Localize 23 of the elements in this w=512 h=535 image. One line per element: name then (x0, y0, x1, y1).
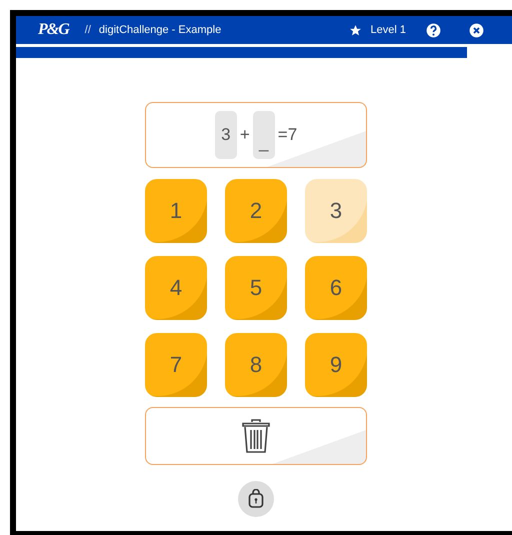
digit-slot: _ (252, 111, 275, 159)
trash-icon (241, 418, 271, 454)
equation-text: =7 (278, 125, 298, 145)
level-label: Level 1 (370, 24, 406, 36)
breadcrumb-separator: // (84, 24, 91, 36)
star-icon (348, 24, 362, 36)
help-icon[interactable] (426, 22, 441, 38)
equation-text: + (240, 125, 250, 145)
logo: P&G (38, 21, 69, 39)
digit-key[interactable]: 7 (145, 333, 207, 397)
lock-icon (248, 489, 264, 509)
digit-key[interactable]: 5 (225, 256, 287, 320)
digit-key[interactable]: 4 (145, 256, 207, 320)
digit-key[interactable]: 1 (145, 179, 207, 243)
app-title: digitChallenge - Example (98, 24, 222, 36)
digit-key[interactable]: 2 (225, 179, 287, 243)
close-icon[interactable] (469, 22, 484, 38)
digit-key[interactable]: 8 (225, 333, 287, 397)
digit-key[interactable]: 9 (305, 333, 367, 397)
digit-key[interactable]: 6 (305, 256, 367, 320)
lock-button[interactable] (238, 481, 274, 517)
delete-button[interactable] (145, 407, 367, 465)
digit-slot: 3 (214, 111, 237, 159)
